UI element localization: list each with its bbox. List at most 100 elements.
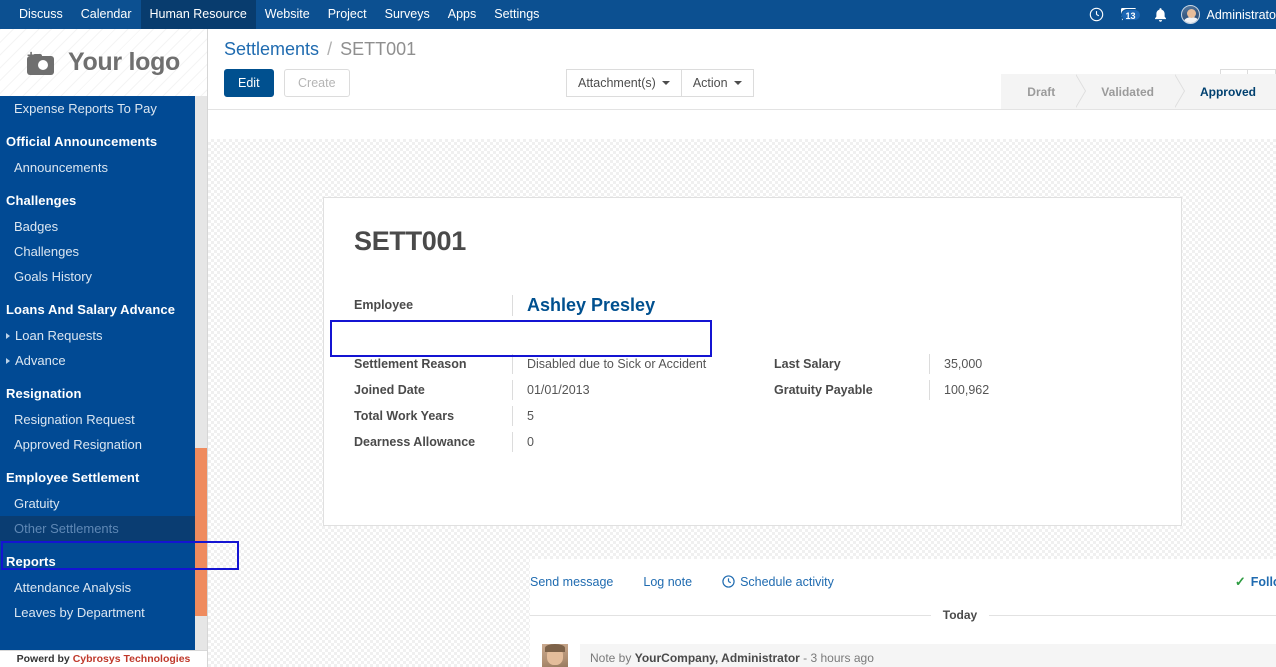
activity-clock-icon[interactable] — [1089, 7, 1104, 22]
sidebar-group-reports: Reports — [6, 554, 56, 569]
sidebar-item-label: Resignation Request — [14, 412, 135, 427]
chatter-toolbar: Send message Log note Schedule activity … — [530, 559, 1276, 604]
check-icon: ✓ — [1234, 573, 1246, 589]
sidebar-item-advance[interactable]: Advance — [0, 348, 207, 373]
sidebar-group-official-announcements: Official Announcements — [6, 134, 158, 149]
field-row-total-work-years: Total Work Years 5 — [354, 406, 774, 432]
powered-by-footer: Powerd by Cybrosys Technologies — [0, 650, 207, 667]
sidebar-group-employee-settlement: Employee Settlement — [6, 470, 140, 485]
top-menu-calendar[interactable]: Calendar — [72, 0, 141, 29]
employee-field-row: Employee Ashley Presley — [354, 295, 1151, 316]
powered-by-brand: Cybrosys Technologies — [72, 653, 191, 665]
message-list: Note by YourCompany, Administrator - 3 h… — [530, 644, 1276, 667]
log-note-button[interactable]: Log note — [643, 575, 692, 589]
sidebar-item-badges[interactable]: Badges — [0, 214, 207, 239]
field-row-last-salary: Last Salary 35,000 — [774, 354, 1134, 380]
action-label: Action — [692, 76, 728, 90]
following-button[interactable]: ✓ Following — [1235, 574, 1276, 590]
breadcrumb-current: SETT001 — [340, 39, 417, 59]
status-bar: Draft Validated Approved — [1001, 74, 1276, 109]
field-value[interactable]: 01/01/2013 — [512, 380, 774, 400]
messages-badge: 13 — [1120, 9, 1141, 21]
attachments-dropdown[interactable]: Attachment(s) — [566, 69, 682, 97]
sidebar-item-approved-resignation[interactable]: Approved Resignation — [0, 432, 207, 457]
chevron-down-icon — [661, 81, 670, 85]
breadcrumb-root[interactable]: Settlements — [224, 39, 319, 59]
sidebar-item-label: Attendance Analysis — [14, 580, 132, 595]
status-validated[interactable]: Validated — [1075, 74, 1185, 109]
sidebar-item-leaves-by-department[interactable]: Leaves by Department — [0, 600, 207, 625]
user-menu[interactable]: Administrato — [1180, 5, 1276, 24]
sidebar-item-resignation-request[interactable]: Resignation Request — [0, 407, 207, 432]
day-separator: Today — [530, 604, 1276, 626]
send-message-label: Send message — [530, 574, 614, 589]
sidebar-item-label: Challenges — [14, 244, 80, 259]
sidebar-item-label: Leaves by Department — [14, 605, 145, 620]
field-value[interactable]: 5 — [512, 406, 774, 426]
action-dropdown[interactable]: Action — [681, 69, 754, 97]
sidebar-item-loan-requests[interactable]: Loan Requests — [0, 323, 207, 348]
create-button[interactable]: Create — [284, 69, 350, 97]
sidebar-group-challenges: Challenges — [6, 193, 77, 208]
sidebar-item-gratuity[interactable]: Gratuity — [0, 491, 207, 516]
send-message-button[interactable]: Send message — [530, 575, 613, 589]
top-menu-discuss[interactable]: Discuss — [10, 0, 72, 29]
message-avatar — [542, 644, 568, 667]
edit-button[interactable]: Edit — [224, 69, 274, 97]
sidebar-group-resignation: Resignation — [6, 386, 82, 401]
bell-icon[interactable] — [1153, 7, 1168, 23]
employee-value-link[interactable]: Ashley Presley — [527, 295, 655, 315]
field-row-settlement-reason: Settlement Reason Disabled due to Sick or… — [354, 354, 774, 380]
status-draft[interactable]: Draft — [1001, 74, 1087, 109]
message-time: - 3 hours ago — [803, 651, 874, 665]
breadcrumb: Settlements / SETT001 — [208, 37, 1276, 60]
sidebar-item-other-settlements[interactable]: Other Settlements — [0, 516, 207, 541]
sidebar-item-announcements[interactable]: Announcements — [0, 155, 207, 180]
form-column-left: Settlement Reason Disabled due to Sick or… — [354, 354, 774, 458]
day-separator-label: Today — [930, 608, 990, 622]
message-author: YourCompany, Administrator — [634, 651, 800, 665]
form-column-right: Last Salary 35,000 Gratuity Payable 100,962 — [774, 354, 1134, 458]
top-menu-website[interactable]: Website — [256, 0, 319, 29]
top-menu-settings[interactable]: Settings — [485, 0, 548, 29]
sidebar-item-label: Other Settlements — [14, 521, 119, 536]
field-value[interactable]: 100,962 — [929, 380, 1134, 400]
field-label: Settlement Reason — [354, 357, 467, 371]
sidebar-item-label: Loan Requests — [15, 328, 103, 343]
message-body: Note by YourCompany, Administrator - 3 h… — [580, 644, 1276, 667]
control-panel: Settlements / SETT001 Edit Create Attach… — [208, 29, 1276, 110]
sidebar-item-label: Approved Resignation — [14, 437, 142, 452]
sidebar-item-challenges[interactable]: Challenges — [0, 239, 207, 264]
field-value[interactable]: Disabled due to Sick or Accident — [512, 354, 774, 374]
breadcrumb-separator: / — [327, 39, 333, 59]
page-title: SETT001 — [354, 226, 466, 256]
chevron-right-icon — [6, 332, 10, 339]
main-content: Settlements / SETT001 Edit Create Attach… — [207, 29, 1276, 667]
field-label: Joined Date — [354, 383, 425, 397]
schedule-activity-label: Schedule activity — [740, 574, 834, 589]
chevron-right-icon — [6, 357, 10, 364]
sidebar-scrollbar-track[interactable] — [195, 96, 207, 656]
company-logo[interactable]: + Your logo — [0, 29, 207, 96]
record-action-buttons: Attachment(s) Action — [566, 69, 754, 97]
top-menu-human-resource[interactable]: Human Resource — [140, 0, 256, 29]
field-label: Total Work Years — [354, 409, 455, 423]
message-prefix: Note by — [590, 651, 632, 665]
employee-label: Employee — [354, 298, 414, 312]
sidebar-item-goals-history[interactable]: Goals History — [0, 264, 207, 289]
sidebar-scrollbar-thumb[interactable] — [195, 448, 207, 616]
schedule-activity-button[interactable]: Schedule activity — [722, 575, 834, 589]
top-menu-project[interactable]: Project — [319, 0, 376, 29]
status-approved[interactable]: Approved — [1173, 74, 1276, 109]
sidebar-item-label: Badges — [14, 219, 59, 234]
field-value[interactable]: 0 — [512, 432, 774, 452]
field-value[interactable]: 35,000 — [929, 354, 1134, 374]
top-menu-surveys[interactable]: Surveys — [376, 0, 439, 29]
sidebar: + Your logo Expense Reports To Pay Offici… — [0, 29, 207, 667]
top-menu-apps[interactable]: Apps — [439, 0, 486, 29]
sidebar-item-expense-reports-to-pay[interactable]: Expense Reports To Pay — [0, 96, 207, 121]
field-row-dearness-allowance: Dearness Allowance 0 — [354, 432, 774, 458]
sidebar-item-attendance-analysis[interactable]: Attendance Analysis — [0, 575, 207, 600]
messages-icon[interactable]: 13 — [1120, 7, 1141, 22]
field-row-gratuity-payable: Gratuity Payable 100,962 — [774, 380, 1134, 406]
